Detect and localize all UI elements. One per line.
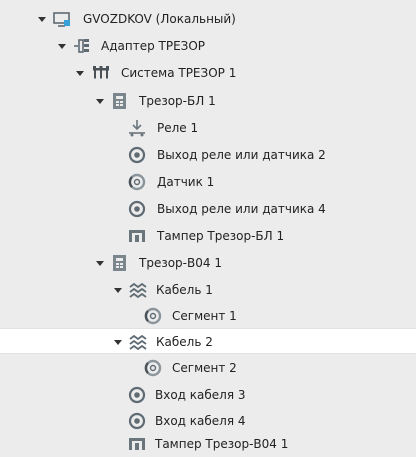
expand-caret-icon[interactable]: [114, 286, 122, 294]
tree-node-label: Сегмент 1: [172, 309, 237, 323]
sensor-icon: [128, 173, 146, 191]
tree-node-output-4[interactable]: Выход реле или датчика 4: [0, 196, 416, 222]
tree-node-label: Сегмент 2: [172, 361, 237, 375]
tree-node-label: Трезор-БЛ 1: [139, 94, 216, 108]
tree-node-trezor-bl[interactable]: Трезор-БЛ 1: [0, 88, 416, 114]
expand-caret-icon[interactable]: [38, 15, 46, 23]
tree-node-cable-input-3[interactable]: Вход кабеля 3: [0, 382, 416, 408]
computer-icon: [53, 10, 71, 28]
expand-caret-icon[interactable]: [76, 69, 84, 77]
tree-node-label: Кабель 1: [156, 283, 213, 297]
output-icon: [128, 412, 146, 430]
tamper-icon: [128, 227, 146, 245]
tree-node-segment-1[interactable]: Сегмент 1: [0, 303, 416, 329]
expand-caret-icon[interactable]: [114, 338, 122, 346]
device-block-icon: [111, 254, 129, 272]
tree-node-system[interactable]: Система ТРЕЗОР 1: [0, 60, 416, 86]
output-icon: [128, 200, 146, 218]
expand-caret-icon[interactable]: [96, 97, 104, 105]
tree-node-label: GVOZDKOV (Локальный): [83, 12, 236, 26]
tree-node-label: Адаптер ТРЕЗОР: [101, 39, 206, 53]
device-block-icon: [111, 92, 129, 110]
segment-icon: [144, 307, 162, 325]
tree-node-gvozdkov[interactable]: GVOZDKOV (Локальный): [0, 6, 416, 32]
tree-node-label: Система ТРЕЗОР 1: [121, 66, 237, 80]
tree-node-label: Вход кабеля 3: [155, 388, 246, 402]
segment-icon: [144, 359, 162, 377]
tree-node-sensor-1[interactable]: Датчик 1: [0, 169, 416, 195]
tamper-icon: [128, 435, 146, 453]
device-tree: GVOZDKOV (Локальный) Адаптер ТРЕЗОР Сист…: [0, 0, 416, 457]
tree-node-output-2[interactable]: Выход реле или датчика 2: [0, 142, 416, 168]
system-icon: [92, 64, 110, 82]
cable-icon: [129, 333, 147, 351]
output-icon: [128, 386, 146, 404]
tree-node-label: Выход реле или датчика 2: [157, 148, 326, 162]
tree-node-label: Тампер Трезор-В04 1: [155, 437, 289, 451]
tree-node-adapter[interactable]: Адаптер ТРЕЗОР: [0, 33, 416, 59]
tree-node-cable-2[interactable]: Кабель 2: [0, 328, 416, 354]
relay-icon: [128, 119, 146, 137]
tree-node-cable-1[interactable]: Кабель 1: [0, 277, 416, 303]
tree-node-tamper-bl[interactable]: Тампер Трезор-БЛ 1: [0, 223, 416, 249]
expand-caret-icon[interactable]: [58, 42, 66, 50]
adapter-icon: [73, 37, 91, 55]
tree-node-label: Трезор-В04 1: [139, 256, 222, 270]
tree-node-label: Датчик 1: [157, 175, 215, 189]
tree-node-label: Тампер Трезор-БЛ 1: [157, 229, 285, 243]
tree-node-rele-1[interactable]: Реле 1: [0, 115, 416, 141]
tree-node-tamper-v04[interactable]: Тампер Трезор-В04 1: [0, 431, 416, 457]
cable-icon: [129, 281, 147, 299]
expand-caret-icon[interactable]: [96, 259, 104, 267]
tree-node-label: Реле 1: [157, 121, 199, 135]
tree-node-trezor-v04[interactable]: Трезор-В04 1: [0, 250, 416, 276]
tree-node-label: Выход реле или датчика 4: [157, 202, 326, 216]
tree-node-segment-2[interactable]: Сегмент 2: [0, 355, 416, 381]
tree-node-label: Кабель 2: [156, 335, 213, 349]
output-icon: [128, 146, 146, 164]
